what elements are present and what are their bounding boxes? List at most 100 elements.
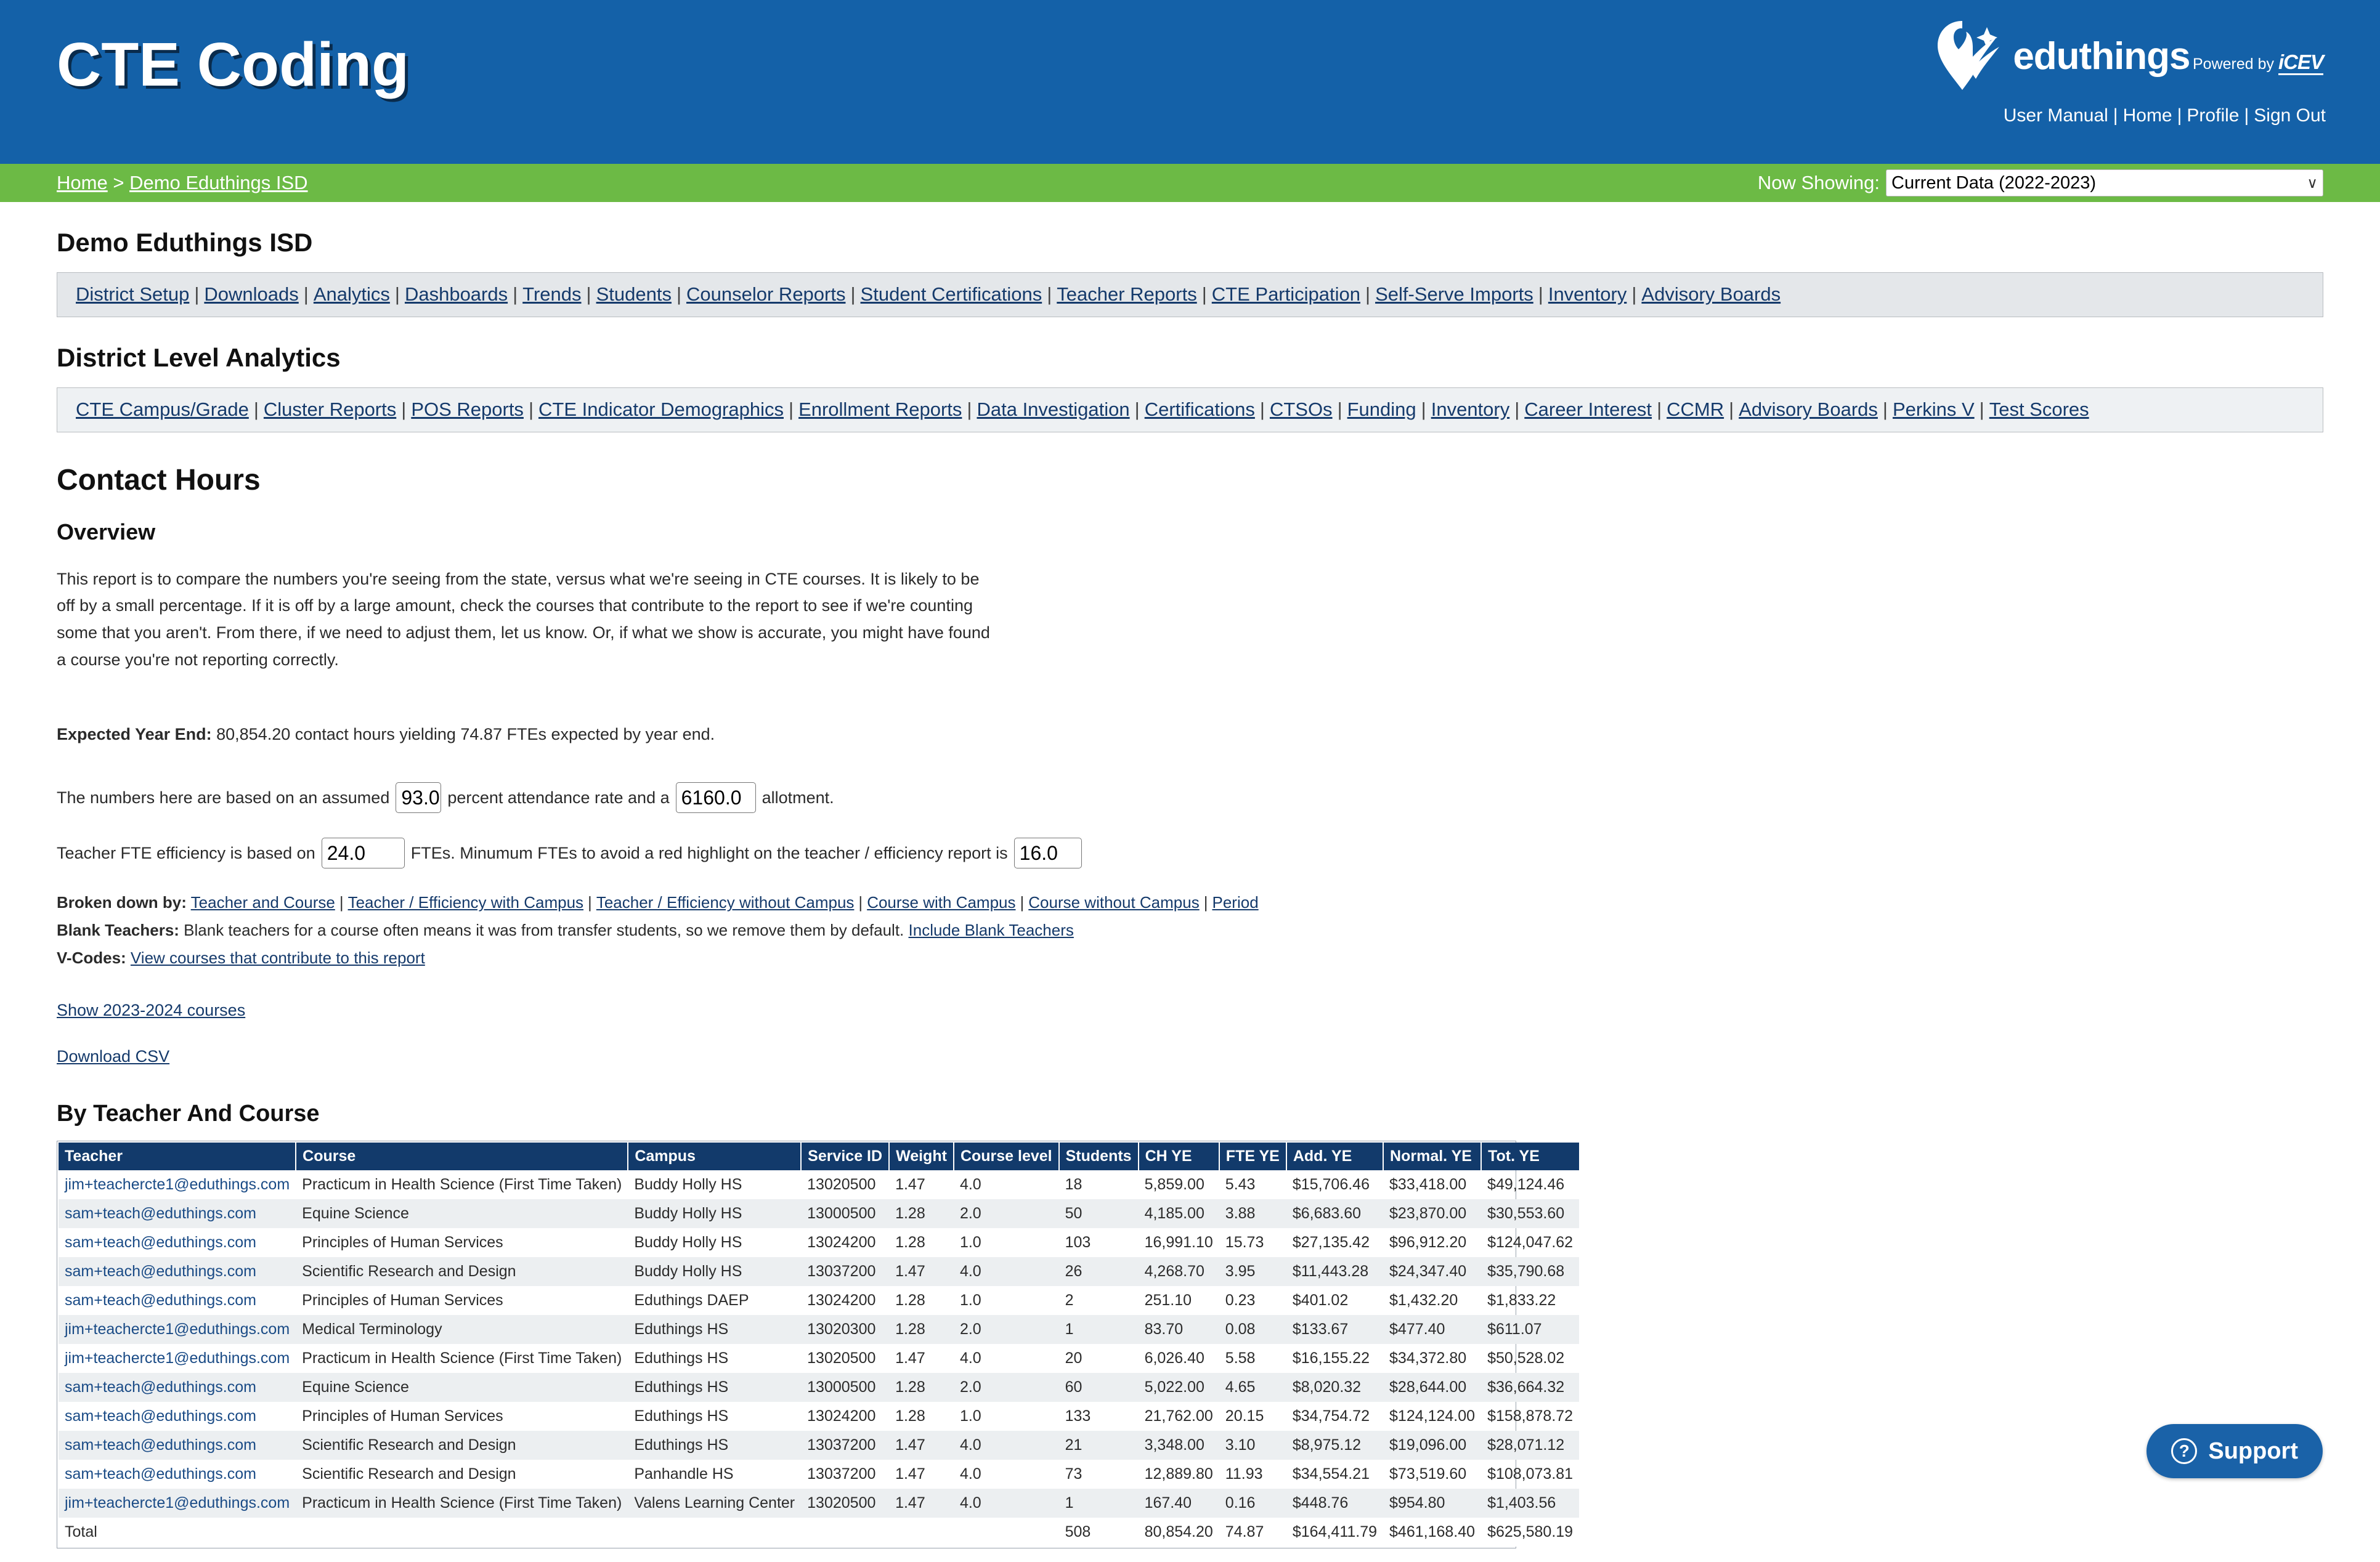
breakdown-link-course-with-campus[interactable]: Course with Campus <box>867 893 1015 912</box>
district-nav-item-trends[interactable]: Trends <box>522 283 581 305</box>
now-showing-selected-value: Current Data (2022-2023) <box>1891 173 2096 193</box>
column-header-service-id[interactable]: Service ID <box>801 1143 889 1170</box>
analytics-nav-item-ccmr[interactable]: CCMR <box>1667 399 1724 420</box>
attendance-rate-input[interactable]: 93.0 <box>396 782 441 813</box>
header-link-home[interactable]: Home <box>2123 105 2172 126</box>
cell-fte-ye: 20.15 <box>1219 1402 1286 1431</box>
analytics-nav-item-pos-reports[interactable]: POS Reports <box>411 399 524 420</box>
header-link-profile[interactable]: Profile <box>2187 105 2239 126</box>
expected-year-end-value: 80,854.20 contact hours yielding 74.87 F… <box>216 725 715 743</box>
cell-add-ye: $11,443.28 <box>1286 1257 1383 1286</box>
analytics-nav-item-ctsos[interactable]: CTSOs <box>1270 399 1333 420</box>
breakdown-link-teacher-efficiency-with-campus[interactable]: Teacher / Efficiency with Campus <box>348 893 583 912</box>
cell-campus: Eduthings HS <box>628 1373 801 1402</box>
link-separator: | <box>583 893 596 912</box>
analytics-nav-item-advisory-boards[interactable]: Advisory Boards <box>1739 399 1878 420</box>
district-nav-item-advisory-boards[interactable]: Advisory Boards <box>1641 283 1781 305</box>
column-header-teacher[interactable]: Teacher <box>59 1143 296 1170</box>
breadcrumb-current-link[interactable]: Demo Eduthings ISD <box>129 172 307 193</box>
show-next-year-courses-link[interactable]: Show 2023-2024 courses <box>57 1001 2323 1020</box>
district-nav-item-analytics[interactable]: Analytics <box>314 283 390 305</box>
analytics-nav-item-funding[interactable]: Funding <box>1347 399 1416 420</box>
column-header-weight[interactable]: Weight <box>889 1143 954 1170</box>
cell-weight: 1.28 <box>889 1402 954 1431</box>
column-header-campus[interactable]: Campus <box>628 1143 801 1170</box>
nav-separator: | <box>1627 283 1641 305</box>
district-nav-item-teacher-reports[interactable]: Teacher Reports <box>1057 283 1196 305</box>
nav-separator: | <box>524 399 538 420</box>
brand-name: eduthings <box>2013 35 2190 78</box>
district-nav-item-counselor-reports[interactable]: Counselor Reports <box>686 283 845 305</box>
analytics-nav-item-test-scores[interactable]: Test Scores <box>1989 399 2089 420</box>
district-nav-item-student-certifications[interactable]: Student Certifications <box>861 283 1042 305</box>
nav-separator: | <box>784 399 798 420</box>
download-csv-link[interactable]: Download CSV <box>57 1047 2323 1066</box>
breakdown-link-period[interactable]: Period <box>1212 893 1259 912</box>
analytics-nav-item-career-interest[interactable]: Career Interest <box>1524 399 1652 420</box>
column-header-add-ye[interactable]: Add. YE <box>1286 1143 1383 1170</box>
eduthings-mark-icon <box>1935 18 2004 95</box>
cell-teacher: sam+teach@eduthings.com <box>59 1402 296 1431</box>
cell-course: Practicum in Health Science (First Time … <box>296 1170 628 1199</box>
district-nav-item-students[interactable]: Students <box>596 283 672 305</box>
analytics-nav-item-perkins-v[interactable]: Perkins V <box>1893 399 1975 420</box>
breakdown-link-teacher-and-course[interactable]: Teacher and Course <box>191 893 335 912</box>
nav-separator: | <box>1724 399 1739 420</box>
analytics-nav-item-enrollment-reports[interactable]: Enrollment Reports <box>798 399 962 420</box>
cell-students: 133 <box>1059 1402 1139 1431</box>
include-blank-teachers-link[interactable]: Include Blank Teachers <box>909 921 1074 939</box>
cell-students: 18 <box>1059 1170 1139 1199</box>
cell-teacher: sam+teach@eduthings.com <box>59 1257 296 1286</box>
breakdown-link-teacher-efficiency-without-campus[interactable]: Teacher / Efficiency without Campus <box>596 893 855 912</box>
view-contributing-courses-link[interactable]: View courses that contribute to this rep… <box>131 949 425 967</box>
district-nav-item-district-setup[interactable]: District Setup <box>76 283 189 305</box>
cell-course: Principles of Human Services <box>296 1228 628 1257</box>
allotment-input[interactable]: 6160.0 <box>676 782 756 813</box>
cell-service-id: 13037200 <box>801 1460 889 1489</box>
column-header-course[interactable]: Course <box>296 1143 628 1170</box>
header-link-sign-out[interactable]: Sign Out <box>2254 105 2326 126</box>
column-header-normal-ye[interactable]: Normal. YE <box>1383 1143 1481 1170</box>
analytics-nav-item-data-investigation[interactable]: Data Investigation <box>977 399 1129 420</box>
district-nav-item-self-serve-imports[interactable]: Self-Serve Imports <box>1375 283 1533 305</box>
analytics-nav-item-certifications[interactable]: Certifications <box>1145 399 1255 420</box>
district-nav-item-dashboards[interactable]: Dashboards <box>405 283 508 305</box>
cell-add-ye: $6,683.60 <box>1286 1199 1383 1228</box>
now-showing-select[interactable]: Current Data (2022-2023) ∨ <box>1886 169 2323 196</box>
teacher-fte-input[interactable]: 24.0 <box>322 838 405 868</box>
header-link-separator: | <box>2239 105 2254 126</box>
analytics-nav-item-cte-campus-grade[interactable]: CTE Campus/Grade <box>76 399 249 420</box>
cell-students: 1 <box>1059 1315 1139 1344</box>
district-nav-item-inventory[interactable]: Inventory <box>1548 283 1627 305</box>
column-header-tot-ye[interactable]: Tot. YE <box>1481 1143 1579 1170</box>
cell-add-ye: $15,706.46 <box>1286 1170 1383 1199</box>
cell-tot-ye: $1,403.56 <box>1481 1489 1579 1518</box>
minimum-fte-input[interactable]: 16.0 <box>1014 838 1082 868</box>
district-nav-item-cte-participation[interactable]: CTE Participation <box>1212 283 1360 305</box>
cell-service-id: 13024200 <box>801 1228 889 1257</box>
district-nav-item-downloads[interactable]: Downloads <box>204 283 298 305</box>
header-link-user-manual[interactable]: User Manual <box>2004 105 2108 126</box>
analytics-nav-item-inventory[interactable]: Inventory <box>1431 399 1510 420</box>
nav-separator: | <box>962 399 977 420</box>
cell-normal-ye: $19,096.00 <box>1383 1431 1481 1460</box>
breadcrumb-home-link[interactable]: Home <box>57 172 108 193</box>
cell-weight: 1.47 <box>889 1460 954 1489</box>
cell-add-ye: $27,135.42 <box>1286 1228 1383 1257</box>
analytics-nav-item-cluster-reports[interactable]: Cluster Reports <box>264 399 396 420</box>
column-header-students[interactable]: Students <box>1059 1143 1139 1170</box>
column-header-ch-ye[interactable]: CH YE <box>1139 1143 1219 1170</box>
column-header-fte-ye[interactable]: FTE YE <box>1219 1143 1286 1170</box>
attendance-allotment-line: The numbers here are based on an assumed… <box>57 782 2323 813</box>
nav-separator: | <box>1360 283 1375 305</box>
assumed-suffix-label: allotment. <box>762 788 834 807</box>
cell-students: 20 <box>1059 1344 1139 1373</box>
column-header-course-level[interactable]: Course level <box>954 1143 1059 1170</box>
total-cell-tot-ye: $625,580.19 <box>1481 1518 1579 1547</box>
support-button-label: Support <box>2208 1438 2298 1465</box>
support-button[interactable]: ? Support <box>2146 1424 2323 1478</box>
cell-weight: 1.47 <box>889 1431 954 1460</box>
cell-normal-ye: $73,519.60 <box>1383 1460 1481 1489</box>
breakdown-link-course-without-campus[interactable]: Course without Campus <box>1028 893 1199 912</box>
analytics-nav-item-cte-indicator-demographics[interactable]: CTE Indicator Demographics <box>538 399 784 420</box>
